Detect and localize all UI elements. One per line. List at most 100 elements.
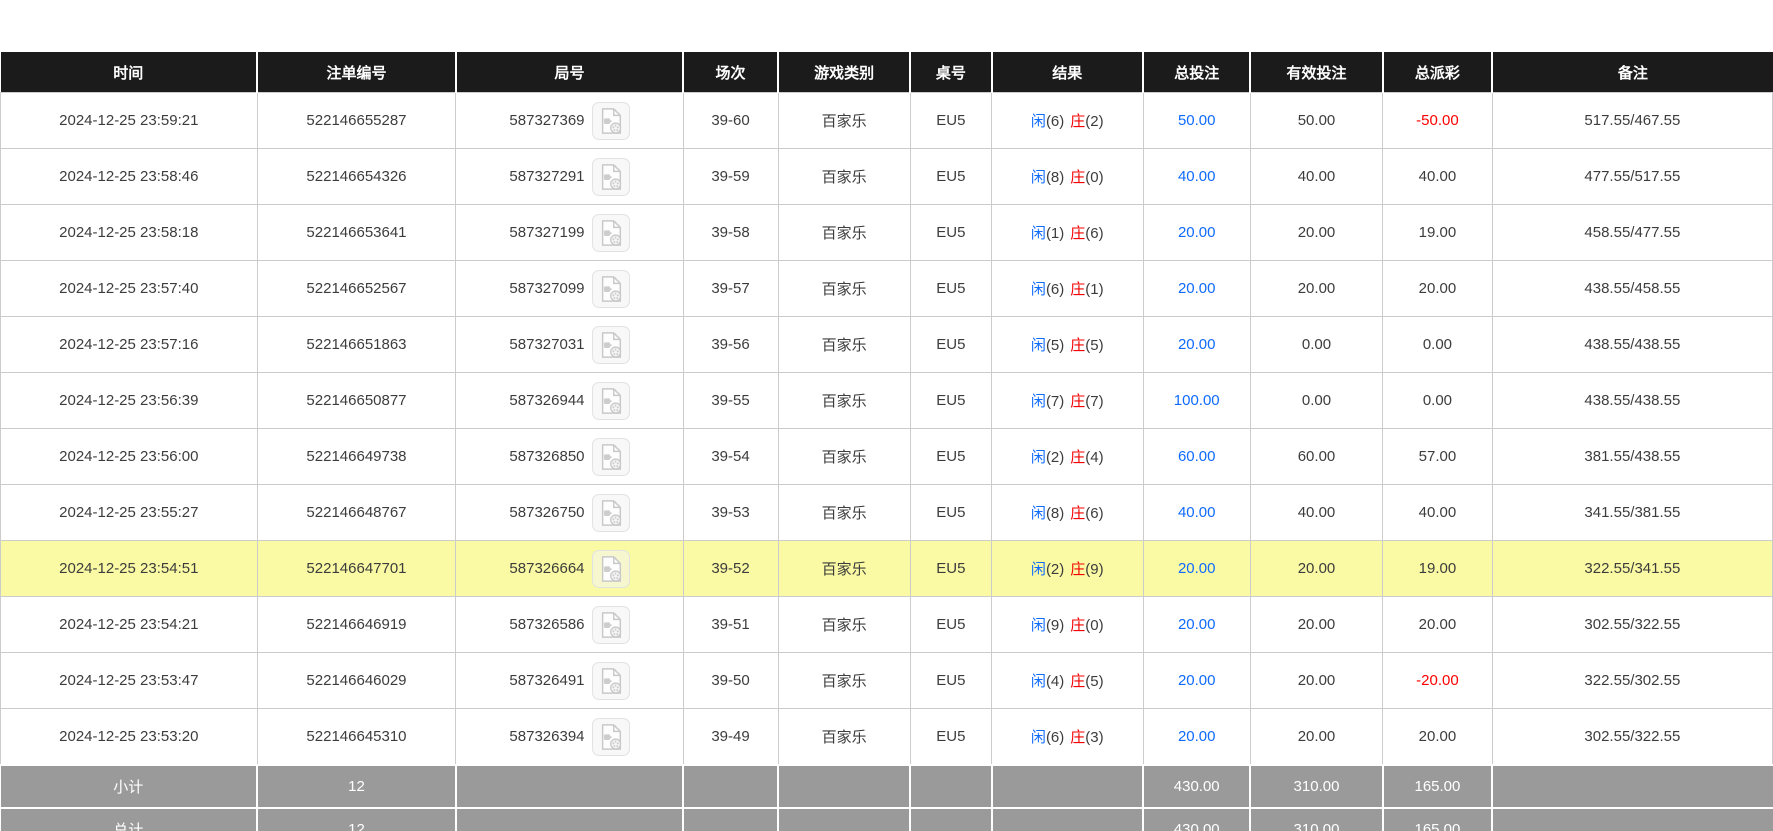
player-result-label: 闲: [1031, 617, 1046, 634]
total-bet-cell: 20.00: [1143, 205, 1250, 261]
session-cell: 39-60: [683, 93, 778, 149]
banker-result-value: (5): [1085, 673, 1103, 690]
time-cell: 2024-12-25 23:54:51: [1, 541, 258, 597]
total-bet-cell: 60.00: [1143, 429, 1250, 485]
summary-total-payout: 165.00: [1383, 808, 1493, 831]
video-replay-icon[interactable]: [592, 550, 630, 588]
table-row[interactable]: 2024-12-25 23:54:51 522146647701 5873266…: [1, 541, 1773, 597]
column-header-time: 时间: [1, 52, 258, 93]
video-replay-icon[interactable]: [592, 606, 630, 644]
video-replay-icon[interactable]: [592, 662, 630, 700]
summary-total-payout: 165.00: [1383, 765, 1493, 808]
player-result-label: 闲: [1031, 113, 1046, 130]
player-result-value: (2): [1046, 561, 1064, 578]
table-number-cell: EU5: [910, 373, 991, 429]
banker-result-label: 庄: [1070, 225, 1085, 242]
banker-result-value: (0): [1085, 617, 1103, 634]
game-type-cell: 百家乐: [778, 485, 910, 541]
valid-bet-cell: 20.00: [1250, 653, 1382, 709]
table-number-cell: EU5: [910, 485, 991, 541]
table-row[interactable]: 2024-12-25 23:56:39 522146650877 5873269…: [1, 373, 1773, 429]
bet-number-cell: 522146646029: [257, 653, 456, 709]
video-replay-icon[interactable]: [592, 382, 630, 420]
player-result-value: (4): [1046, 673, 1064, 690]
total-payout-cell: 40.00: [1383, 149, 1493, 205]
game-type-cell: 百家乐: [778, 429, 910, 485]
table-row[interactable]: 2024-12-25 23:55:27 522146648767 5873267…: [1, 485, 1773, 541]
total-payout-cell: 20.00: [1383, 709, 1493, 766]
table-row[interactable]: 2024-12-25 23:58:18 522146653641 5873271…: [1, 205, 1773, 261]
banker-result-label: 庄: [1070, 673, 1085, 690]
total-payout-cell: 40.00: [1383, 485, 1493, 541]
video-replay-icon[interactable]: [592, 102, 630, 140]
round-number-cell: 587326586: [456, 597, 683, 653]
video-replay-icon[interactable]: [592, 494, 630, 532]
video-replay-icon[interactable]: [592, 718, 630, 756]
round-number-value: 587326664: [509, 560, 584, 577]
bet-number-cell: 522146647701: [257, 541, 456, 597]
summary-empty-game: [778, 765, 910, 808]
video-replay-icon[interactable]: [592, 158, 630, 196]
total-bet-cell: 20.00: [1143, 541, 1250, 597]
time-cell: 2024-12-25 23:55:27: [1, 485, 258, 541]
session-cell: 39-58: [683, 205, 778, 261]
session-cell: 39-54: [683, 429, 778, 485]
summary-empty-session: [683, 808, 778, 831]
valid-bet-cell: 20.00: [1250, 541, 1382, 597]
round-number-cell: 587326491: [456, 653, 683, 709]
round-number-value: 587326750: [509, 504, 584, 521]
player-result-label: 闲: [1031, 729, 1046, 746]
banker-result-value: (9): [1085, 561, 1103, 578]
summary-valid-bet: 310.00: [1250, 765, 1382, 808]
table-row[interactable]: 2024-12-25 23:56:00 522146649738 5873268…: [1, 429, 1773, 485]
player-result-label: 闲: [1031, 561, 1046, 578]
result-cell: 闲(2)庄(9): [992, 541, 1144, 597]
header-row: 时间注单编号局号场次游戏类别桌号结果总投注有效投注总派彩备注: [1, 52, 1773, 93]
column-header-valid-bet: 有效投注: [1250, 52, 1382, 93]
table-body: 2024-12-25 23:59:21 522146655287 5873273…: [1, 93, 1773, 766]
total-payout-cell: 20.00: [1383, 261, 1493, 317]
table-number-cell: EU5: [910, 653, 991, 709]
result-cell: 闲(8)庄(0): [992, 149, 1144, 205]
banker-result-label: 庄: [1070, 337, 1085, 354]
table-row[interactable]: 2024-12-25 23:57:40 522146652567 5873270…: [1, 261, 1773, 317]
table-row[interactable]: 2024-12-25 23:59:21 522146655287 5873273…: [1, 93, 1773, 149]
table-row[interactable]: 2024-12-25 23:53:47 522146646029 5873264…: [1, 653, 1773, 709]
summary-empty-session: [683, 765, 778, 808]
video-replay-icon[interactable]: [592, 326, 630, 364]
total-payout-cell: 57.00: [1383, 429, 1493, 485]
table-number-cell: EU5: [910, 205, 991, 261]
bet-number-cell: 522146653641: [257, 205, 456, 261]
video-replay-icon[interactable]: [592, 438, 630, 476]
player-result-value: (8): [1046, 169, 1064, 186]
total-bet-cell: 20.00: [1143, 653, 1250, 709]
video-replay-icon[interactable]: [592, 270, 630, 308]
table-row[interactable]: 2024-12-25 23:57:16 522146651863 5873270…: [1, 317, 1773, 373]
valid-bet-cell: 50.00: [1250, 93, 1382, 149]
summary-empty-table: [910, 808, 991, 831]
table-row[interactable]: 2024-12-25 23:54:21 522146646919 5873265…: [1, 597, 1773, 653]
table-footer: 小计 12 430.00 310.00 165.00 总计 12 430.00 …: [1, 765, 1773, 831]
valid-bet-cell: 20.00: [1250, 597, 1382, 653]
round-number-value: 587327291: [509, 168, 584, 185]
remark-cell: 438.55/438.55: [1492, 373, 1772, 429]
player-result-label: 闲: [1031, 225, 1046, 242]
player-result-label: 闲: [1031, 449, 1046, 466]
banker-result-value: (0): [1085, 169, 1103, 186]
player-result-value: (6): [1046, 113, 1064, 130]
summary-total-bet: 430.00: [1143, 808, 1250, 831]
table-row[interactable]: 2024-12-25 23:53:20 522146645310 5873263…: [1, 709, 1773, 766]
video-replay-icon[interactable]: [592, 214, 630, 252]
banker-result-label: 庄: [1070, 281, 1085, 298]
player-result-label: 闲: [1031, 169, 1046, 186]
round-number-value: 587326850: [509, 448, 584, 465]
summary-empty-remark: [1492, 808, 1772, 831]
round-number-value: 587327369: [509, 112, 584, 129]
valid-bet-cell: 20.00: [1250, 261, 1382, 317]
summary-row-subtotal: 小计 12 430.00 310.00 165.00: [1, 765, 1773, 808]
round-number-value: 587326394: [509, 728, 584, 745]
round-number-cell: 587326394: [456, 709, 683, 766]
table-number-cell: EU5: [910, 149, 991, 205]
table-row[interactable]: 2024-12-25 23:58:46 522146654326 5873272…: [1, 149, 1773, 205]
round-number-cell: 587327199: [456, 205, 683, 261]
